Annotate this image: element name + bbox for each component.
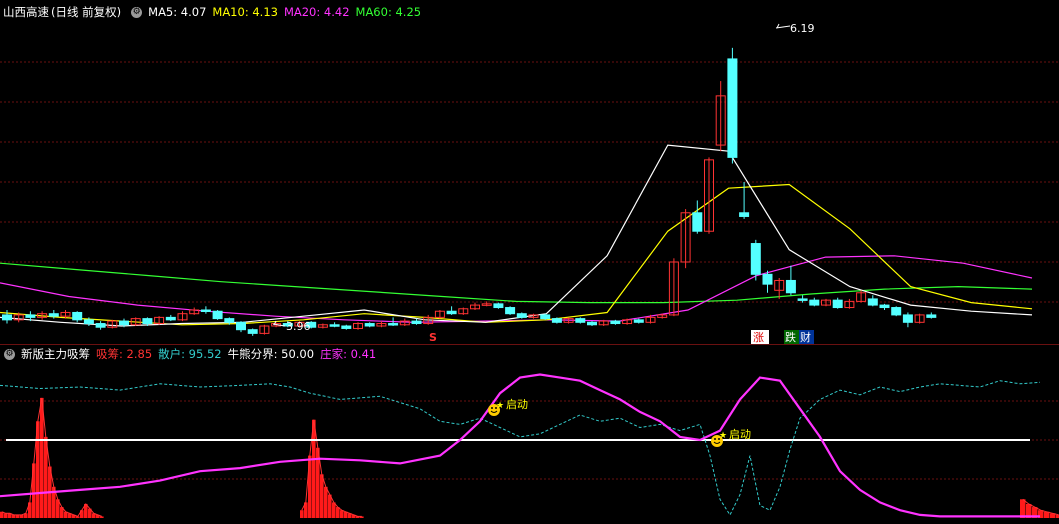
stock-title: 山西高速 xyxy=(3,5,49,19)
candle-body xyxy=(247,329,258,334)
candle-body xyxy=(83,319,94,325)
stock-chart-canvas[interactable]: 6.19 3.96 S 涨 跌 财 ★ 启动 ★ 启动 xyxy=(0,0,1059,524)
indicator-plot xyxy=(0,373,1059,518)
absorb-bar xyxy=(320,474,324,518)
badge-die: 跌 xyxy=(785,330,796,344)
grid-lines xyxy=(0,61,1059,303)
absorb-bar xyxy=(40,397,44,518)
candle-body xyxy=(95,323,106,328)
star-icon: ★ xyxy=(719,431,727,441)
market-maker-legend: 庄家: 0.41 xyxy=(320,347,377,361)
market-maker-line xyxy=(0,373,1040,518)
candle-body xyxy=(48,313,59,317)
candle-body xyxy=(505,307,516,315)
candle-body xyxy=(493,303,504,309)
candle-body xyxy=(750,243,761,275)
signal-badges: 涨 跌 财 xyxy=(751,330,814,344)
ma5-legend: MA5: 4.07 xyxy=(148,5,207,19)
candle-body xyxy=(388,323,399,326)
absorb-bar xyxy=(1020,499,1026,518)
indicator-panel-header: ⚙ 新版主力吸筹 吸筹: 2.85 散户: 95.52 牛熊分界: 50.00 … xyxy=(0,344,382,364)
candle-body xyxy=(610,320,621,325)
candlesticks xyxy=(2,47,937,336)
candle-body xyxy=(797,298,808,301)
candle-body xyxy=(119,320,129,326)
candle-body xyxy=(633,319,644,323)
absorb-bar xyxy=(4,513,8,518)
low-price-label: 3.96 xyxy=(286,320,311,333)
candle-body xyxy=(212,310,223,320)
absorb-outline xyxy=(1,397,102,518)
gear-icon[interactable]: ⚙ xyxy=(4,348,15,360)
bull-bear-legend: 牛熊分界: 50.00 xyxy=(227,347,315,361)
candle-body xyxy=(785,279,796,294)
low-price-marker: 3.96 xyxy=(272,320,311,333)
candle-body xyxy=(329,324,340,327)
gear-icon[interactable]: ⚙ xyxy=(131,6,143,18)
candle-body xyxy=(926,314,937,318)
candle-body xyxy=(809,299,820,306)
candle-body xyxy=(516,313,527,318)
candle-body xyxy=(867,298,878,306)
candle-body xyxy=(72,311,83,321)
high-price-marker: 6.19 xyxy=(775,22,815,35)
absorb-bar xyxy=(300,510,304,518)
candle-body xyxy=(540,314,551,320)
candle-body xyxy=(832,299,843,309)
start-label: 启动 xyxy=(729,428,751,441)
retail-legend: 散户: 95.52 xyxy=(158,347,222,361)
candle-body xyxy=(341,325,352,329)
absorb-bar xyxy=(336,507,340,518)
badge-zhang: 涨 xyxy=(753,331,764,344)
indicator-title: 新版主力吸筹 xyxy=(21,347,90,361)
candle-body xyxy=(879,304,890,309)
absorb-bar xyxy=(324,486,328,518)
absorb-legend: 吸筹: 2.85 xyxy=(96,347,153,361)
candle-body xyxy=(727,58,738,158)
candle-body xyxy=(692,212,703,232)
candle-body xyxy=(575,318,586,323)
candle-body xyxy=(551,318,562,323)
absorb-bar xyxy=(332,502,336,518)
ma60-line xyxy=(0,262,1033,304)
price-panel-header: 山西高速 (日线 前复权) ⚙ MA5: 4.07 MA10: 4.13 MA2… xyxy=(0,2,427,22)
badge-cai: 财 xyxy=(800,330,811,344)
candle-body xyxy=(165,316,176,321)
stock-title-suffix: (日线 前复权) xyxy=(51,5,122,19)
candle-body xyxy=(739,212,750,217)
candle-body xyxy=(25,314,36,318)
absorb-bar xyxy=(100,516,104,518)
candle-body xyxy=(364,323,375,327)
candle-body xyxy=(2,314,12,321)
candle-body xyxy=(224,318,235,323)
ma20-legend: MA20: 4.42 xyxy=(283,5,350,19)
candle-body xyxy=(446,310,457,315)
candle-body xyxy=(236,321,246,331)
ma10-legend: MA10: 4.13 xyxy=(212,5,278,19)
star-icon: ★ xyxy=(496,401,504,411)
candle-body xyxy=(891,307,902,316)
ma60-legend: MA60: 4.25 xyxy=(355,5,422,19)
candle-body xyxy=(200,309,211,312)
candle-body xyxy=(587,321,597,326)
candle-body xyxy=(902,314,913,323)
candle-body xyxy=(142,318,153,325)
candle-body xyxy=(411,320,422,325)
start-label: 启动 xyxy=(506,398,528,411)
high-price-label: 6.19 xyxy=(790,22,815,35)
absorb-bar xyxy=(340,510,344,518)
candle-body xyxy=(762,273,773,285)
sell-marker: S xyxy=(429,331,437,344)
